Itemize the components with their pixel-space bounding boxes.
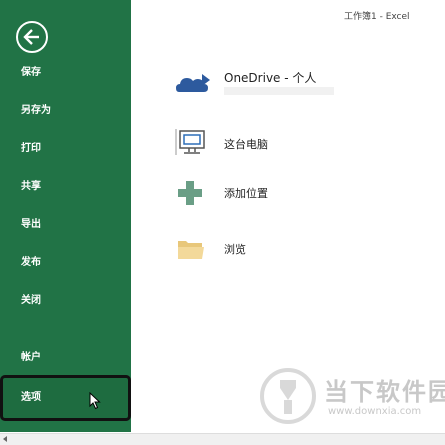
folder-icon [178, 241, 204, 259]
watermark-text: 当下软件园 [324, 378, 445, 406]
computer-icon [175, 129, 205, 155]
watermark-url: www.downxia.com [328, 406, 422, 417]
location-onedrive[interactable]: OneDrive - 个人 [174, 66, 374, 100]
watermark-logo-icon [260, 368, 316, 424]
location-browse-label: 浏览 [224, 243, 246, 256]
backstage-sidebar: 保存 另存为 打印 共享 导出 发布 关闭 帐户 选项 [0, 0, 131, 432]
sidebar-item-options-label: 选项 [21, 392, 41, 403]
sidebar-item-print[interactable]: 打印 [0, 135, 131, 163]
sidebar-item-account[interactable]: 帐户 [0, 344, 131, 372]
onedrive-account-placeholder [224, 87, 334, 95]
scroll-left-arrow-icon[interactable] [3, 436, 7, 442]
window-title: 工作簿1 - Excel [344, 12, 410, 22]
sidebar-item-share[interactable]: 共享 [0, 173, 131, 201]
plus-icon [178, 181, 202, 205]
sidebar-item-close[interactable]: 关闭 [0, 287, 131, 315]
sidebar-item-save[interactable]: 保存 [0, 59, 131, 87]
location-this-pc[interactable]: 这台电脑 [174, 127, 334, 159]
sidebar-item-options[interactable]: 选项 [0, 375, 131, 421]
location-add-place-label: 添加位置 [224, 187, 268, 200]
watermark: 当下软件园 www.downxia.com [258, 364, 445, 428]
location-browse[interactable]: 浏览 [174, 235, 314, 265]
excel-backstage-view: 保存 另存为 打印 共享 导出 发布 关闭 帐户 选项 工作簿1 - Excel… [0, 0, 445, 445]
cloud-icon [176, 74, 210, 92]
mouse-cursor-icon [89, 392, 101, 410]
sidebar-item-export[interactable]: 导出 [0, 211, 131, 239]
sidebar-item-publish[interactable]: 发布 [0, 249, 131, 277]
back-arrow-icon [23, 29, 39, 45]
location-this-pc-label: 这台电脑 [224, 138, 268, 151]
location-add-place[interactable]: 添加位置 [174, 177, 334, 209]
back-button[interactable] [16, 21, 48, 53]
horizontal-scrollbar[interactable] [0, 433, 445, 445]
location-onedrive-label: OneDrive - 个人 [224, 71, 317, 85]
sidebar-item-save-as[interactable]: 另存为 [0, 97, 131, 125]
